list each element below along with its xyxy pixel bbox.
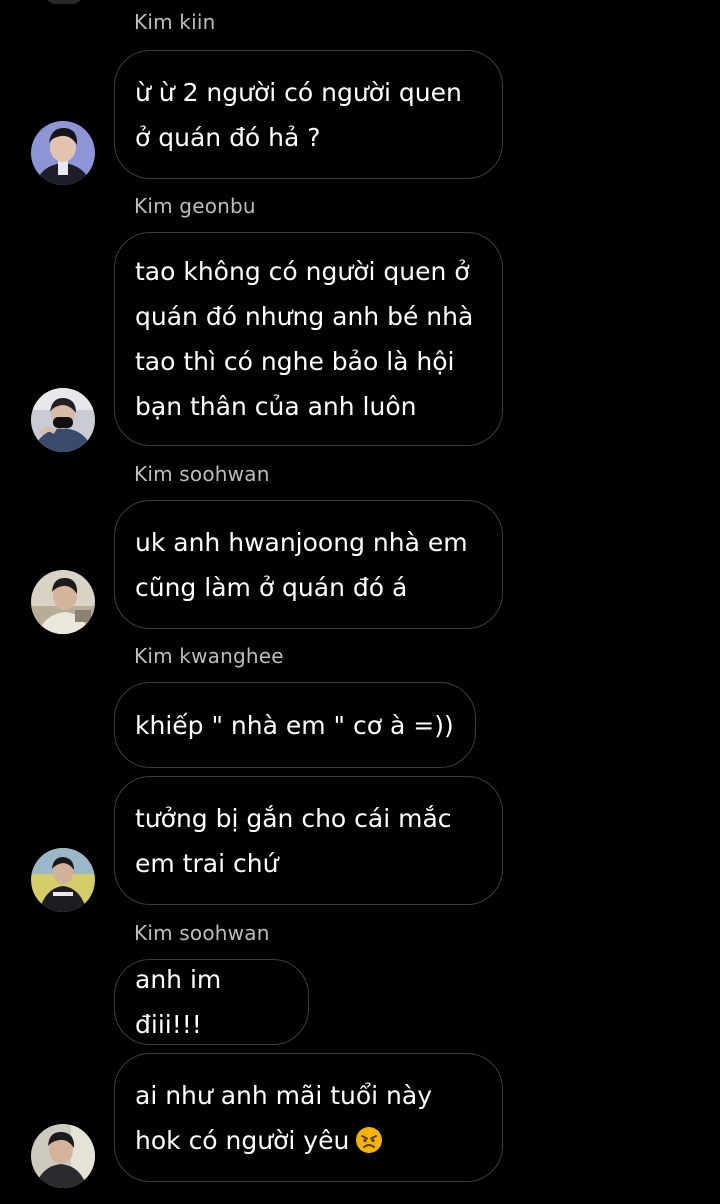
message-bubble[interactable]: ừ ừ 2 người có người quen ở quán đó hả ? [114,50,503,179]
sender-name: Kim soohwan [134,921,270,945]
sender-name: Kim soohwan [134,462,270,486]
sender-name: Kim geonbu [134,194,256,218]
message-bubble[interactable]: ai như anh mãi tuổi này hok có người yêu [114,1053,503,1182]
angry-face-emoji-icon [356,1126,383,1153]
avatar[interactable] [31,1124,95,1188]
message-text: anh im điii!!! [135,965,222,1039]
avatar[interactable] [31,570,95,634]
message-text: ai như anh mãi tuổi này hok có người yêu [135,1080,433,1155]
message-text-with-emoji: ai như anh mãi tuổi này hok có người yêu [135,1073,432,1163]
avatar-photo [31,1124,95,1188]
message-bubble[interactable]: tao không có người quen ở quán đó nhưng … [114,232,503,446]
message-bubble[interactable]: khiếp " nhà em " cơ à =)) [114,682,476,768]
avatar[interactable] [31,121,95,185]
avatar-photo [31,388,95,452]
message-bubble[interactable]: uk anh hwanjoong nhà em cũng làm ở quán … [114,500,503,629]
sender-name: Kim kiin [134,10,216,34]
message-bubble[interactable]: tưởng bị gắn cho cái mắc em trai chứ [114,776,503,905]
avatar-photo [31,570,95,634]
avatar[interactable] [31,388,95,452]
message-text: ừ ừ 2 người có người quen ở quán đó hả ? [135,77,462,152]
message-bubble[interactable]: anh im điii!!! [114,959,309,1045]
message-text: uk anh hwanjoong nhà em cũng làm ở quán … [135,527,468,602]
message-text: khiếp " nhà em " cơ à =)) [135,710,454,740]
previous-avatar-edge [44,0,84,4]
message-text: tưởng bị gắn cho cái mắc em trai chứ [135,803,452,878]
message-text: tao không có người quen ở quán đó nhưng … [135,257,474,421]
avatar-photo [31,121,95,185]
avatar-photo [31,848,95,912]
avatar[interactable] [31,848,95,912]
sender-name: Kim kwanghee [134,644,284,668]
